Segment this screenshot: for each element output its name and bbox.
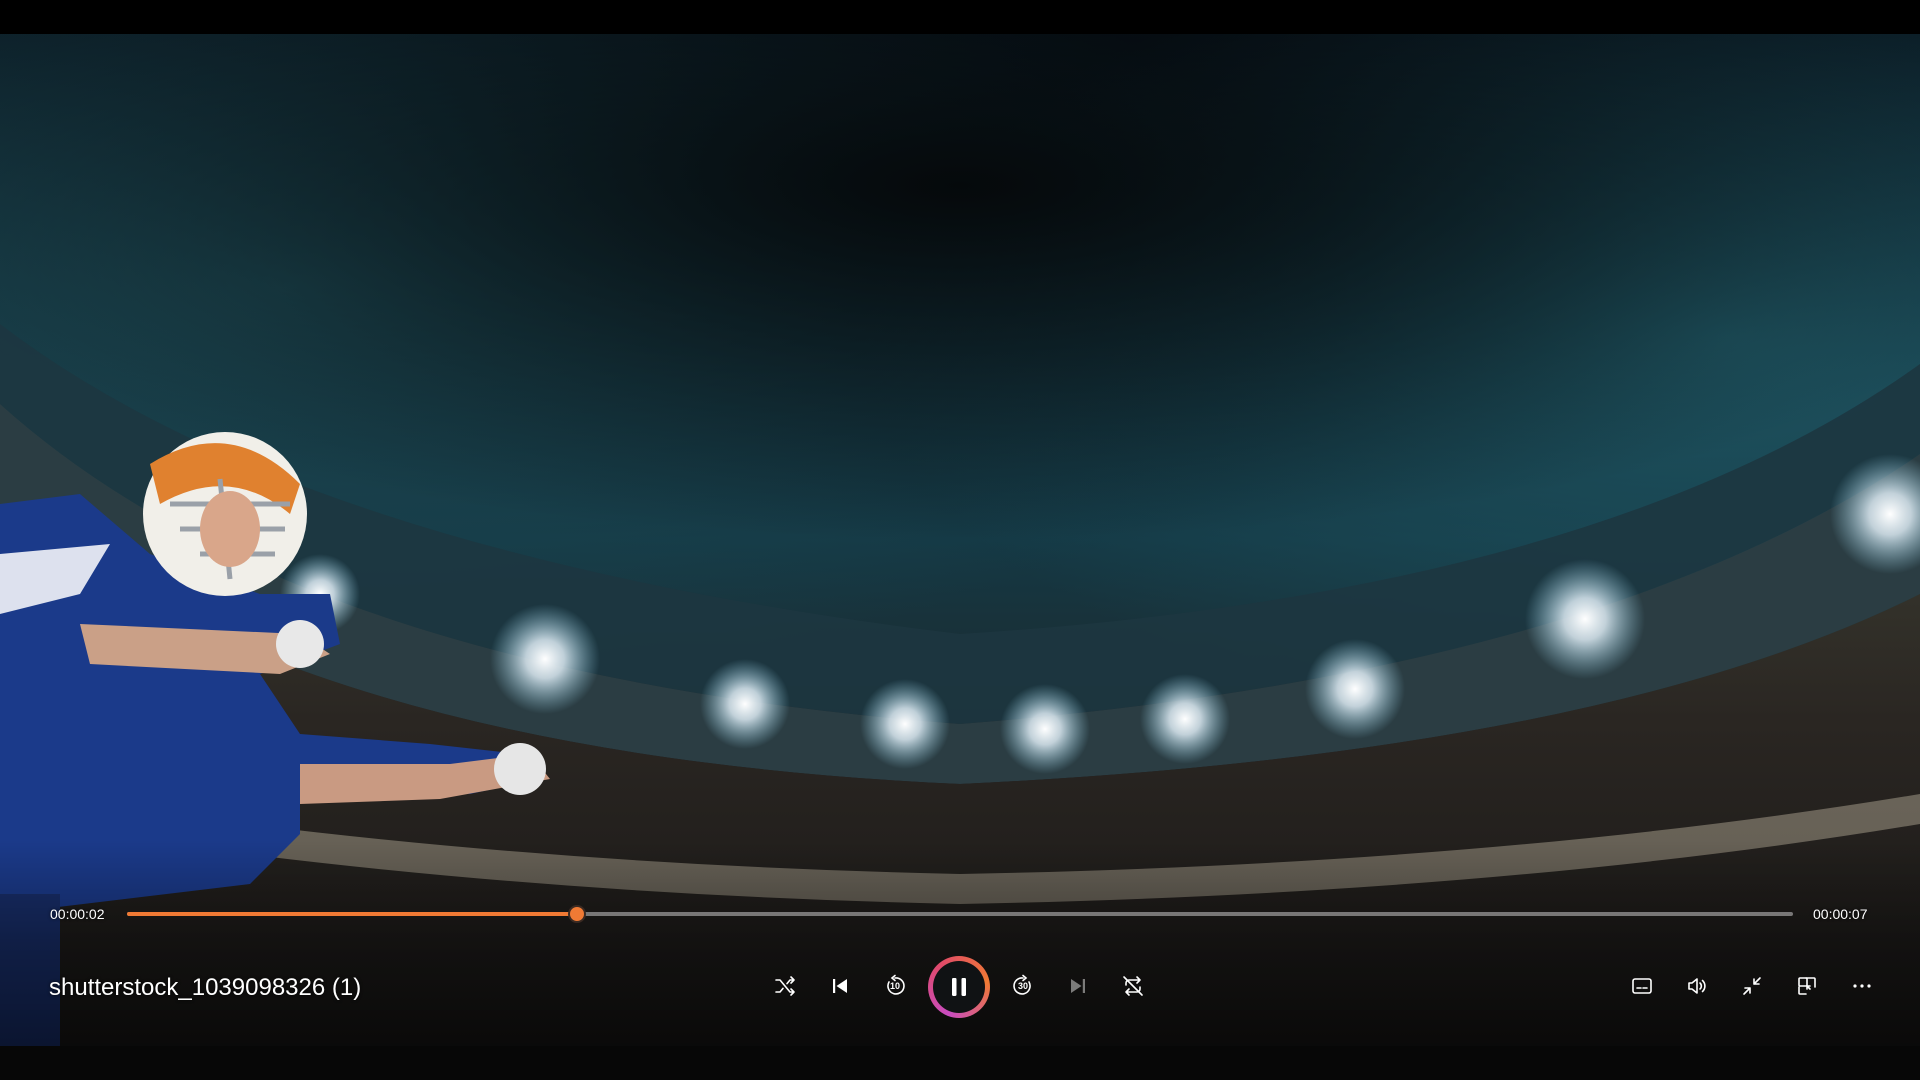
skip-forward-button[interactable]: 30 [1001, 964, 1045, 1008]
subtitles-icon [1632, 978, 1652, 994]
skip-forward-label: 30 [1017, 981, 1028, 991]
current-time: 00:00:02 [50, 906, 105, 922]
seek-progress [127, 912, 577, 916]
skip-back-label: 10 [889, 981, 900, 991]
next-button[interactable] [1056, 964, 1100, 1008]
play-pause-inner [933, 961, 985, 1013]
subtitles-button[interactable] [1620, 964, 1664, 1008]
volume-icon [1688, 978, 1706, 994]
letterbox-top [0, 0, 1920, 34]
skip-back-button[interactable]: 10 [873, 964, 917, 1008]
shuffle-button[interactable] [763, 964, 807, 1008]
pause-icon [952, 978, 966, 996]
previous-icon [833, 979, 847, 993]
more-options-button[interactable] [1840, 964, 1884, 1008]
exit-fullscreen-icon [1743, 977, 1761, 995]
letterbox-bottom [0, 1046, 1920, 1080]
shuffle-icon [775, 976, 795, 996]
play-pause-button[interactable] [928, 956, 990, 1018]
mini-view-button[interactable] [1785, 964, 1829, 1008]
mini-view-icon [1798, 977, 1816, 995]
volume-button[interactable] [1675, 964, 1719, 1008]
media-title: shutterstock_1039098326 (1) [49, 974, 362, 1001]
more-options-icon [1853, 984, 1871, 988]
seek-thumb[interactable] [567, 905, 586, 923]
repeat-off-icon [1123, 976, 1143, 996]
next-icon [1071, 979, 1085, 993]
seek-bar[interactable] [127, 905, 1793, 923]
total-time: 00:00:07 [1813, 906, 1868, 922]
repeat-button[interactable] [1111, 964, 1155, 1008]
previous-button[interactable] [818, 964, 862, 1008]
exit-fullscreen-button[interactable] [1730, 964, 1774, 1008]
